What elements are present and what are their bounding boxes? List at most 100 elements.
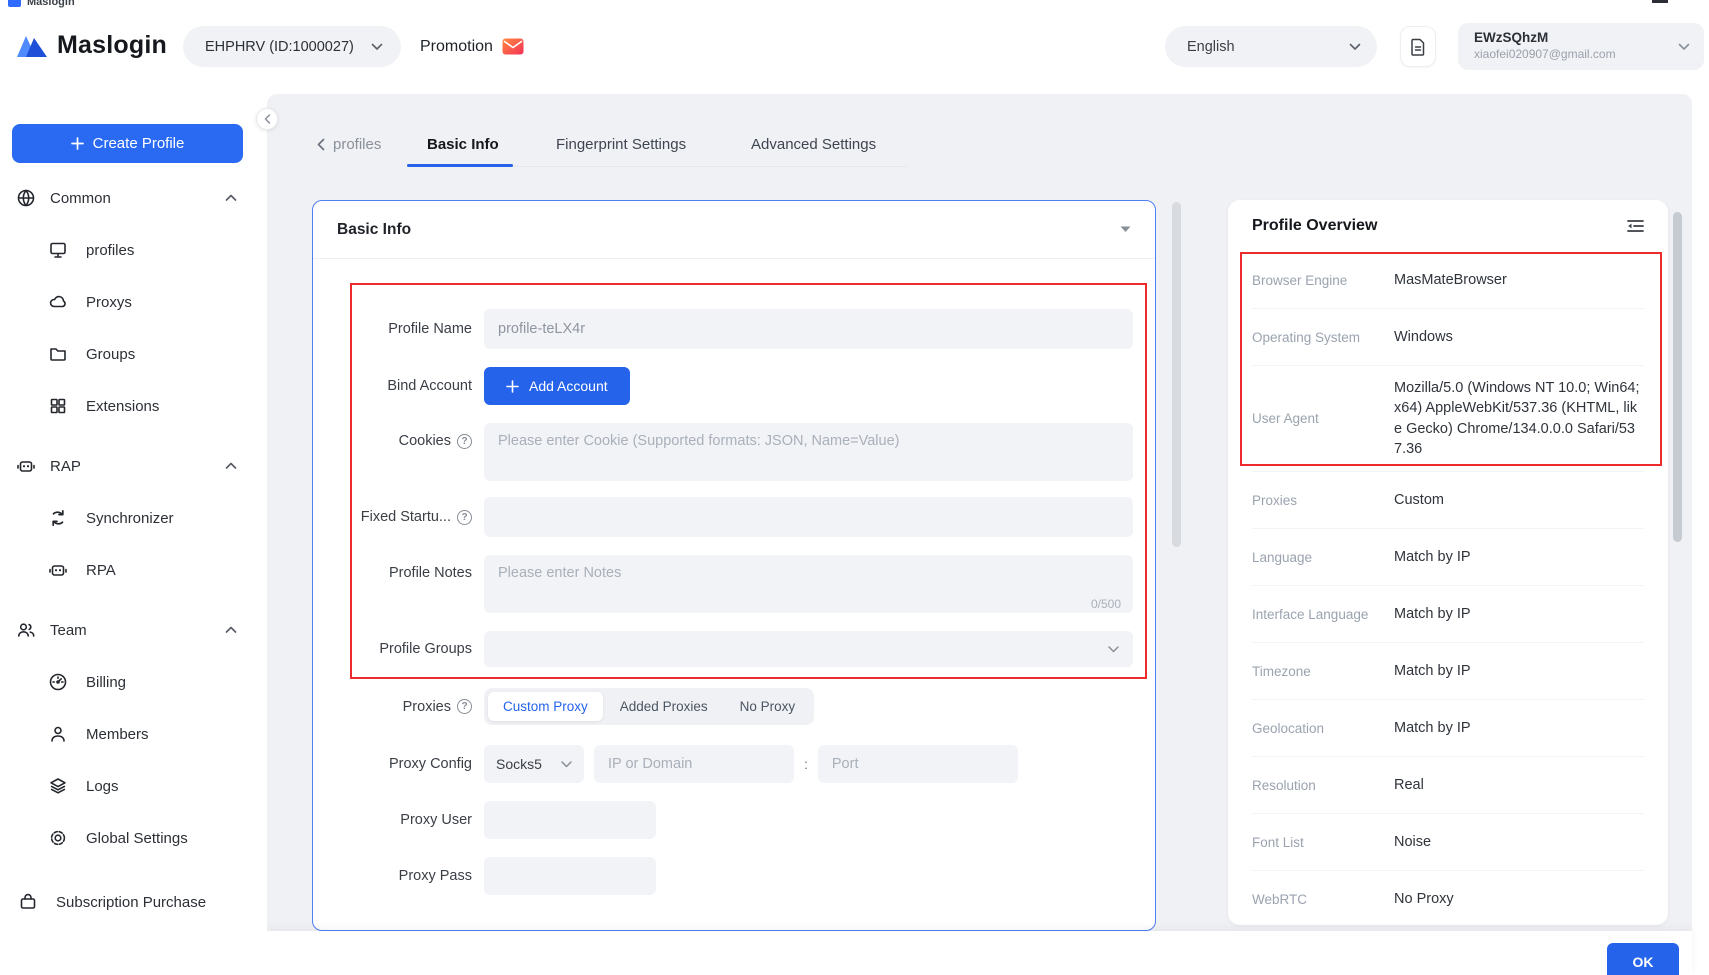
create-profile-button[interactable]: Create Profile (12, 124, 243, 163)
sidebar-item-rpa[interactable]: RPA (0, 544, 267, 596)
tab-advanced-settings[interactable]: Advanced Settings (751, 136, 876, 153)
profile-overview-header: Profile Overview (1228, 200, 1668, 252)
chevron-down-icon (1108, 646, 1119, 653)
overview-row-value: MasMateBrowser (1394, 258, 1644, 302)
proxy-ip-input[interactable] (594, 745, 794, 783)
field-fixed-startup: Fixed Startu... ? (345, 497, 1133, 537)
help-icon[interactable]: ? (457, 699, 472, 714)
create-profile-label: Create Profile (93, 135, 185, 152)
sidebar-item-extensions[interactable]: Extensions (0, 380, 267, 432)
collapse-caret-icon[interactable] (1120, 226, 1131, 233)
ok-button[interactable]: OK (1607, 943, 1679, 975)
sidebar-item-groups[interactable]: Groups (0, 328, 267, 380)
sidebar-item-synchronizer[interactable]: Synchronizer (0, 492, 267, 544)
user-name: EWzSQhzM (1474, 31, 1678, 46)
back-to-profiles-link[interactable]: profiles (317, 136, 381, 153)
monitor-icon (48, 240, 68, 260)
chevron-down-icon (1678, 43, 1690, 51)
cookies-textarea[interactable] (484, 423, 1133, 481)
field-cookies: Cookies ? (345, 423, 1133, 486)
sidebar-item-logs[interactable]: Logs (0, 760, 267, 812)
document-icon (1410, 38, 1426, 56)
profile-groups-select[interactable] (484, 631, 1133, 667)
tab-fingerprint-settings[interactable]: Fingerprint Settings (556, 136, 686, 153)
briefcase-icon (18, 892, 38, 912)
minimize-icon[interactable] (1652, 0, 1668, 3)
overview-row-label: Interface Language (1252, 607, 1394, 622)
chevron-up-icon (225, 462, 237, 470)
plus-icon (506, 380, 519, 393)
proxy-option-no-proxy[interactable]: No Proxy (725, 692, 811, 721)
cloud-icon (48, 292, 68, 312)
overview-row: Font List Noise (1252, 814, 1644, 871)
field-profile-groups: Profile Groups (345, 631, 1133, 667)
fixed-startup-input[interactable] (484, 497, 1133, 537)
main-scrollbar-thumb[interactable] (1172, 202, 1181, 547)
promotion-link[interactable]: Promotion (420, 26, 524, 67)
sidebar-item-label: Synchronizer (86, 510, 174, 527)
sidebar-item-label: RAP (50, 458, 81, 475)
proxies-segmented-control: Custom Proxy Added Proxies No Proxy (484, 688, 814, 725)
profile-name-input[interactable] (484, 309, 1133, 349)
tab-basic-info[interactable]: Basic Info (427, 136, 499, 153)
overview-row: Geolocation Match by IP (1252, 700, 1644, 757)
workspace-dropdown[interactable]: EHPHRV (ID:1000027) (183, 26, 401, 67)
sidebar-item-label: Groups (86, 346, 135, 363)
app-window: Maslogin EHPHRV (ID:1000027) Promotion (0, 0, 1709, 975)
overview-row-label: Operating System (1252, 330, 1394, 345)
overview-row-label: WebRTC (1252, 892, 1394, 907)
plus-icon (71, 137, 84, 150)
overview-scrollbar-thumb[interactable] (1673, 212, 1682, 542)
overview-row-value: Match by IP (1394, 706, 1644, 750)
help-icon[interactable]: ? (457, 510, 472, 525)
language-label: English (1187, 39, 1349, 55)
user-account-dropdown[interactable]: EWzSQhzM xiaofei020907@gmail.com (1458, 23, 1704, 70)
overview-row-value: Mozilla/5.0 (Windows NT 10.0; Win64; x64… (1394, 366, 1644, 471)
proxy-option-custom-proxy[interactable]: Custom Proxy (488, 692, 603, 721)
sidebar-item-profiles[interactable]: profiles (0, 224, 267, 276)
sidebar-item-label: RPA (86, 562, 116, 579)
sidebar-item-proxys[interactable]: Proxys (0, 276, 267, 328)
gear-icon (48, 828, 68, 848)
sidebar-item-global-settings[interactable]: Global Settings (0, 812, 267, 864)
basic-info-panel: Basic Info Profile Name Bind Account Add… (312, 200, 1156, 931)
document-button[interactable] (1400, 26, 1436, 67)
overview-row: User Agent Mozilla/5.0 (Windows NT 10.0;… (1252, 366, 1644, 472)
robot-icon (16, 456, 36, 476)
language-dropdown[interactable]: English (1165, 26, 1377, 67)
overview-row: Browser Engine MasMateBrowser (1252, 252, 1644, 309)
profile-notes-textarea[interactable] (484, 555, 1133, 613)
sidebar-item-subscription-purchase[interactable]: Subscription Purchase (0, 876, 267, 928)
sidebar-section-rap[interactable]: RAP (0, 440, 267, 492)
bind-account-label: Bind Account (345, 378, 484, 394)
sidebar-section-team[interactable]: Team (0, 604, 267, 656)
collapse-panel-icon[interactable] (1627, 219, 1644, 233)
proxy-pass-input[interactable] (484, 857, 656, 895)
user-email: xiaofei020907@gmail.com (1474, 48, 1678, 61)
sidebar-item-members[interactable]: Members (0, 708, 267, 760)
maslogin-logo-icon (16, 32, 48, 59)
proxy-option-added-proxies[interactable]: Added Proxies (605, 692, 723, 721)
grid-icon (48, 396, 68, 416)
sidebar-collapse-button[interactable] (256, 108, 278, 130)
back-link-label: profiles (333, 136, 381, 153)
proxy-user-input[interactable] (484, 801, 656, 839)
chevron-down-icon (371, 43, 383, 51)
overview-row-value: Match by IP (1394, 649, 1644, 693)
sidebar-item-label: Proxys (86, 294, 132, 311)
overview-row-label: User Agent (1252, 411, 1394, 426)
field-profile-notes: Profile Notes 0/500 (345, 555, 1133, 618)
proxy-protocol-select[interactable]: Socks5 (484, 745, 584, 783)
overview-row: Operating System Windows (1252, 309, 1644, 366)
add-account-button[interactable]: Add Account (484, 367, 630, 405)
sidebar-item-label: profiles (86, 242, 134, 259)
field-proxy-config: Proxy Config Socks5 : (345, 745, 1133, 783)
sidebar-item-label: Subscription Purchase (56, 894, 206, 911)
sidebar-item-label: Logs (86, 778, 119, 795)
field-profile-name: Profile Name (345, 309, 1133, 349)
sidebar-item-billing[interactable]: Billing (0, 656, 267, 708)
help-icon[interactable]: ? (457, 434, 472, 449)
sidebar-section-common[interactable]: Common (0, 172, 267, 224)
proxy-port-input[interactable] (818, 745, 1018, 783)
sidebar: Create Profile Common profiles (0, 94, 267, 975)
